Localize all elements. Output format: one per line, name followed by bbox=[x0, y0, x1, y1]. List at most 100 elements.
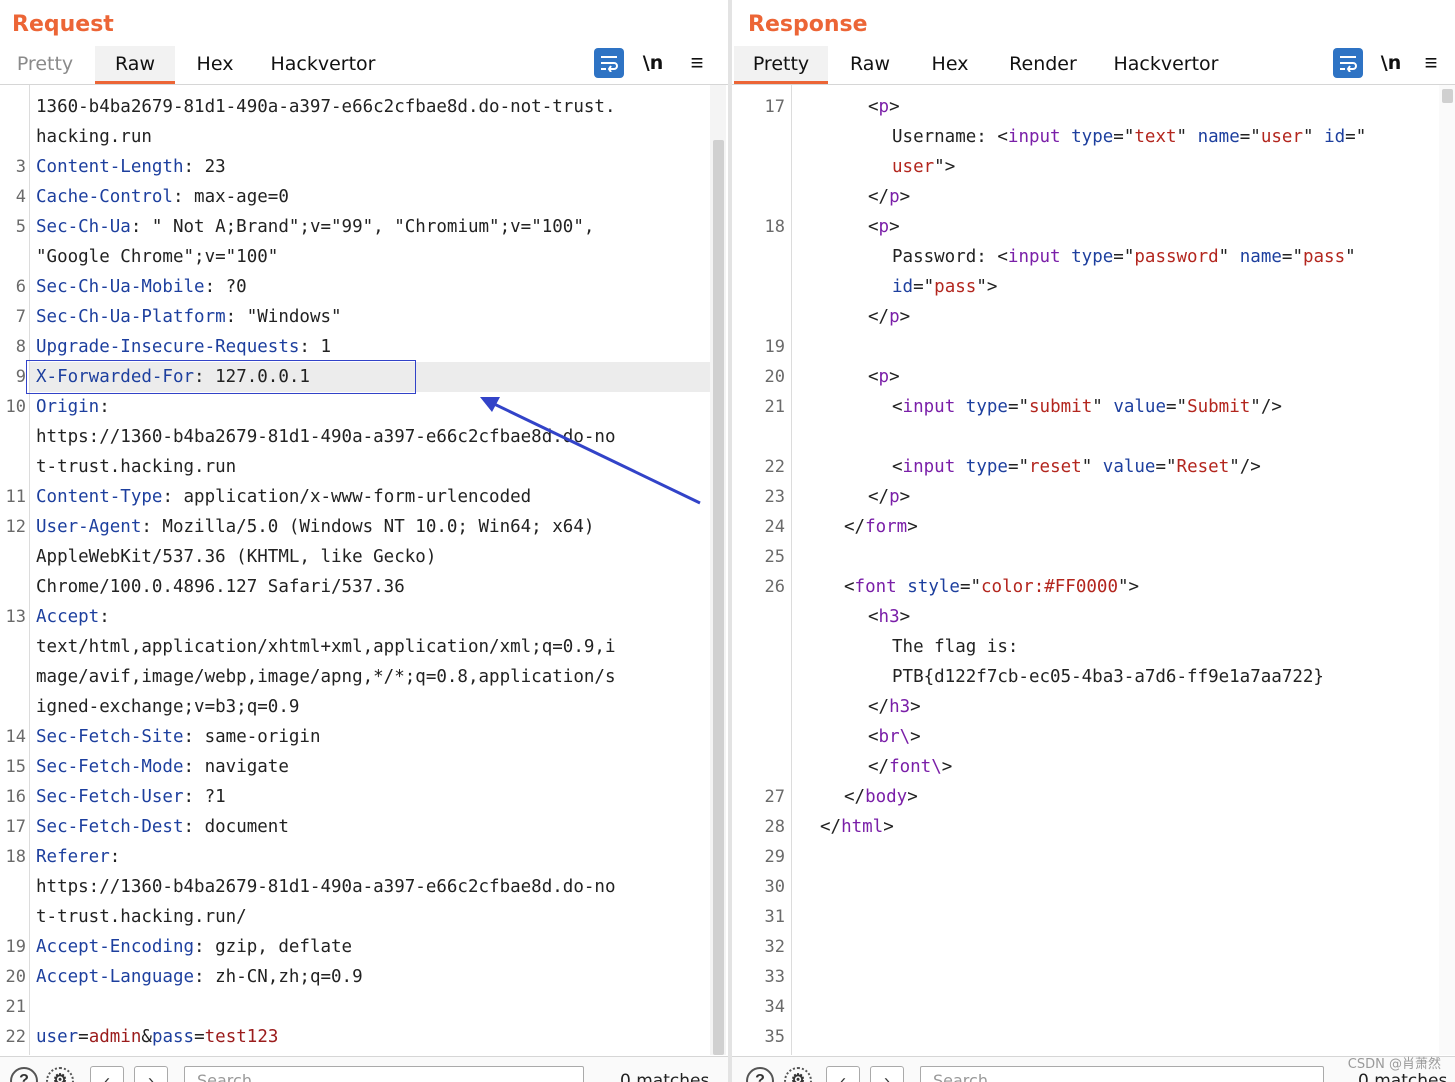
code-token: < bbox=[892, 397, 903, 417]
line-number: 23 bbox=[764, 487, 785, 507]
code-token: t-trust.hacking.run/ bbox=[36, 907, 247, 927]
tab-hackvertor[interactable]: Hackvertor bbox=[1104, 46, 1228, 84]
tab-render[interactable]: Render bbox=[1000, 46, 1086, 84]
line-number: 21 bbox=[5, 997, 26, 1017]
code-line: 3 Content-Length: 23 bbox=[0, 152, 728, 182]
code-token: type bbox=[965, 397, 1008, 417]
request-scrollbar-thumb[interactable] bbox=[713, 140, 724, 1055]
response-search-input[interactable]: Search... bbox=[920, 1066, 1324, 1082]
code-token: Password: < bbox=[892, 247, 1008, 267]
code-token: br\ bbox=[878, 727, 911, 747]
code-line: igned-exchange;v=b3;q=0.9 bbox=[0, 692, 728, 722]
code-token: t-trust.hacking.run bbox=[36, 457, 237, 477]
code-text: t-trust.hacking.run/ bbox=[36, 902, 247, 932]
code-token: input bbox=[902, 457, 956, 477]
newline-toggle-button[interactable]: \n bbox=[1376, 48, 1406, 78]
line-number: 3 bbox=[15, 157, 26, 177]
line-number: 24 bbox=[764, 517, 785, 537]
settings-gear-icon[interactable]: ⚙ bbox=[784, 1067, 812, 1082]
code-text: Sec-Fetch-Dest: document bbox=[36, 812, 289, 842]
code-line: 5 Sec-Ch-Ua: " Not A;Brand";v="99", "Chro… bbox=[0, 212, 728, 242]
response-scrollbar[interactable] bbox=[1439, 85, 1455, 1055]
code-token: =" bbox=[1166, 397, 1188, 417]
line-number: 17 bbox=[764, 97, 785, 117]
line-number: 33 bbox=[764, 967, 785, 987]
menu-icon[interactable]: ≡ bbox=[1416, 48, 1446, 78]
code-token: form bbox=[865, 517, 908, 537]
code-token: text/html,application/xhtml+xml,applicat… bbox=[36, 637, 616, 657]
code-text: Sec-Ch-Ua-Mobile: ?0 bbox=[36, 272, 247, 302]
code-line: 18 <p> bbox=[732, 212, 1455, 242]
code-token: "Google Chrome";v="100" bbox=[36, 247, 279, 267]
code-text: <p> bbox=[868, 92, 900, 122]
line-number: 12 bbox=[5, 517, 26, 537]
code-token: > bbox=[907, 517, 918, 537]
tab-raw[interactable]: Raw bbox=[838, 46, 902, 84]
tab-hex[interactable]: Hex bbox=[918, 46, 982, 84]
help-icon[interactable]: ? bbox=[10, 1067, 38, 1082]
code-token: > bbox=[941, 757, 953, 777]
word-wrap-icon[interactable] bbox=[594, 48, 624, 78]
request-editor[interactable]: 1360-b4ba2679-81d1-490a-a397-e66c2cfbae8… bbox=[0, 85, 728, 1055]
code-token: > bbox=[907, 787, 918, 807]
code-token: =" bbox=[1007, 397, 1030, 417]
request-pane: Request Pretty Raw Hex Hackvertor \n ≡ 1… bbox=[0, 0, 728, 1082]
code-text: </p> bbox=[868, 182, 910, 212]
code-token: submit bbox=[1029, 397, 1093, 417]
line-number: 21 bbox=[764, 397, 785, 417]
line-number: 17 bbox=[5, 817, 26, 837]
tab-raw[interactable]: Raw bbox=[95, 46, 175, 84]
code-token: p bbox=[878, 217, 890, 237]
previous-match-button[interactable]: ‹ bbox=[90, 1066, 124, 1082]
response-scrollbar-thumb[interactable] bbox=[1442, 89, 1453, 103]
code-token: name bbox=[1197, 127, 1240, 147]
code-token: p bbox=[889, 307, 900, 327]
line-number: 31 bbox=[764, 907, 785, 927]
code-token: =" bbox=[1155, 457, 1177, 477]
tab-hackvertor[interactable]: Hackvertor bbox=[258, 46, 388, 84]
code-line: 30 bbox=[732, 872, 1455, 902]
previous-match-button[interactable]: ‹ bbox=[826, 1066, 860, 1082]
request-search-input[interactable]: Search... bbox=[184, 1066, 584, 1082]
code-text: Password: <input type="password" name="p… bbox=[892, 242, 1356, 272]
tab-pretty[interactable]: Pretty bbox=[0, 46, 90, 84]
code-line: </p> bbox=[732, 182, 1455, 212]
code-token: pass bbox=[151, 1027, 195, 1047]
next-match-button[interactable]: › bbox=[134, 1066, 168, 1082]
next-match-button[interactable]: › bbox=[870, 1066, 904, 1082]
line-number: 6 bbox=[15, 277, 26, 297]
help-icon[interactable]: ? bbox=[746, 1067, 774, 1082]
code-line: </p> bbox=[732, 302, 1455, 332]
code-token: Reset bbox=[1176, 457, 1230, 477]
request-scrollbar[interactable] bbox=[710, 85, 726, 1055]
code-line: 17 <p> bbox=[732, 92, 1455, 122]
code-token: = bbox=[194, 1027, 205, 1047]
code-token: " bbox=[1092, 397, 1114, 417]
code-line: Username: <input type="text" name="user"… bbox=[732, 122, 1455, 152]
word-wrap-icon[interactable] bbox=[1333, 48, 1363, 78]
code-line: </h3> bbox=[732, 692, 1455, 722]
code-token: Sec-Fetch-User bbox=[36, 787, 184, 807]
code-token: hacking.run bbox=[36, 127, 152, 147]
code-text: Content-Type: application/x-www-form-url… bbox=[36, 482, 531, 512]
code-token: =" bbox=[1239, 127, 1261, 147]
code-token: user bbox=[892, 157, 935, 177]
response-editor[interactable]: 17 <p> Username: <input type="text" name="… bbox=[732, 85, 1455, 1055]
code-token: =" bbox=[1007, 457, 1030, 477]
code-line: The flag is: bbox=[732, 632, 1455, 662]
newline-toggle-button[interactable]: \n bbox=[638, 48, 668, 78]
code-token: admin bbox=[88, 1027, 142, 1047]
menu-icon[interactable]: ≡ bbox=[682, 48, 712, 78]
code-line: "Google Chrome";v="100" bbox=[0, 242, 728, 272]
code-token: </ bbox=[868, 697, 890, 717]
code-token: p bbox=[889, 187, 900, 207]
code-token: Sec-Fetch-Dest bbox=[36, 817, 184, 837]
tab-hex[interactable]: Hex bbox=[180, 46, 250, 84]
tab-pretty[interactable]: Pretty bbox=[734, 46, 828, 84]
request-match-count: 0 matches bbox=[620, 1071, 710, 1082]
settings-gear-icon[interactable]: ⚙ bbox=[46, 1067, 74, 1082]
code-token: : "Windows" bbox=[225, 307, 342, 327]
code-text: Referer: bbox=[36, 842, 120, 872]
